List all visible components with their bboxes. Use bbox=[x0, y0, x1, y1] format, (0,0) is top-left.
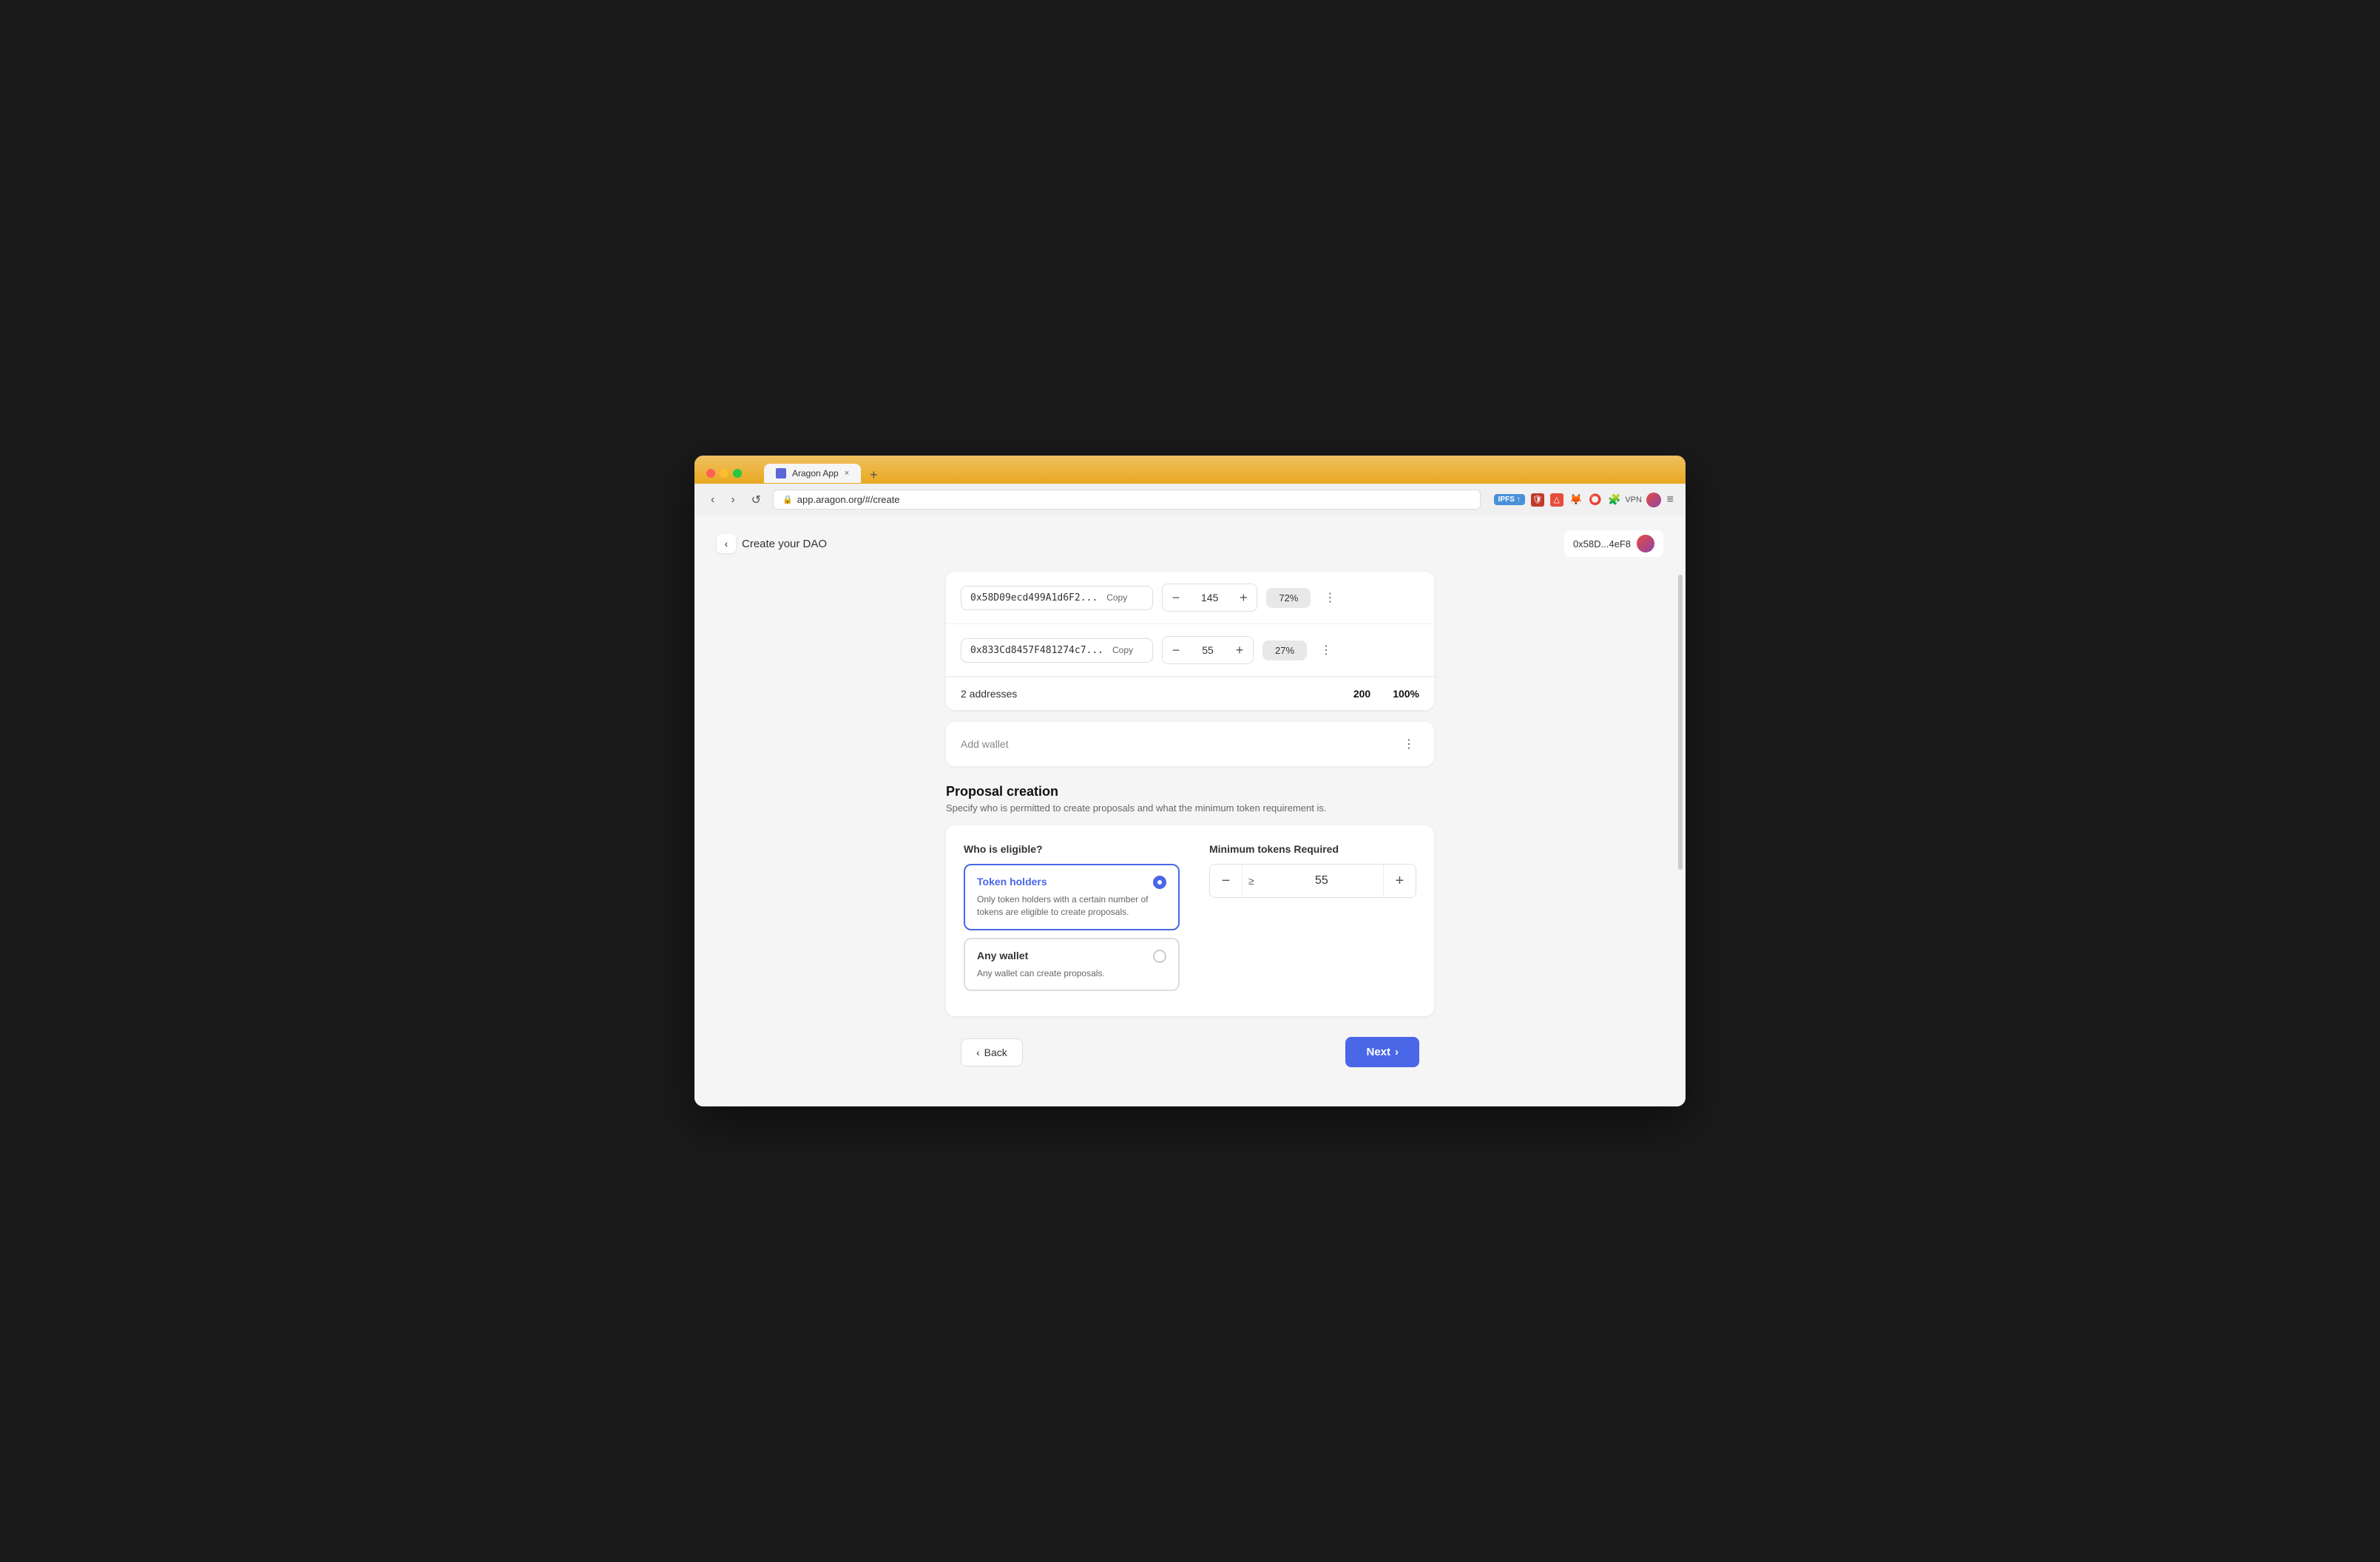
any-wallet-desc: Any wallet can create proposals. bbox=[977, 967, 1166, 980]
add-wallet-label: Add wallet bbox=[961, 738, 1009, 750]
address-text-2: 0x833Cd8457F481274c7... bbox=[970, 645, 1103, 656]
proposal-creation-desc: Specify who is permitted to create propo… bbox=[946, 802, 1434, 814]
maximize-window-button[interactable] bbox=[733, 469, 742, 478]
browser-tab[interactable]: Aragon App × bbox=[764, 464, 861, 483]
lock-icon: 🔒 bbox=[782, 495, 793, 504]
minimize-window-button[interactable] bbox=[720, 469, 728, 478]
min-tokens-column-title: Minimum tokens Required bbox=[1209, 843, 1416, 855]
address-row: 0x58D09ecd499A1d6F2... Copy − 145 + 72% … bbox=[946, 572, 1434, 624]
eligibility-column: Who is eligible? Token holders Only toke… bbox=[964, 843, 1180, 998]
browser-extensions: IPFS ↑ 🛡 △ 🦊 ⭕ 🧩 VPN ≡ bbox=[1494, 493, 1674, 507]
forward-button[interactable]: › bbox=[726, 492, 739, 508]
next-chevron: › bbox=[1395, 1046, 1399, 1058]
total-percent: 100% bbox=[1393, 688, 1419, 700]
min-tokens-stepper: − ≥ 55 + bbox=[1209, 864, 1416, 898]
percent-badge-1: 72% bbox=[1266, 588, 1311, 608]
url-text: app.aragon.org/#/create bbox=[797, 494, 900, 505]
main-content: 0x58D09ecd499A1d6F2... Copy − 145 + 72% … bbox=[931, 572, 1449, 1082]
next-button[interactable]: Next › bbox=[1345, 1037, 1419, 1067]
menu-button[interactable]: ≡ bbox=[1667, 493, 1674, 507]
summary-values: 200 100% bbox=[1353, 688, 1419, 700]
address-input-1: 0x58D09ecd499A1d6F2... Copy bbox=[961, 586, 1153, 610]
puzzle-extension-icon[interactable]: 🧩 bbox=[1608, 493, 1621, 507]
token-holders-option[interactable]: Token holders Only token holders with a … bbox=[964, 864, 1180, 930]
avatar-icon bbox=[1646, 493, 1661, 507]
back-nav-label: Back bbox=[984, 1047, 1007, 1058]
any-wallet-title: Any wallet bbox=[977, 950, 1028, 961]
tab-close-button[interactable]: × bbox=[845, 469, 849, 478]
total-amount: 200 bbox=[1353, 688, 1370, 700]
token-holders-desc: Only token holders with a certain number… bbox=[977, 893, 1166, 919]
token-holders-radio bbox=[1153, 876, 1166, 889]
proposal-creation-title: Proposal creation bbox=[946, 784, 1434, 799]
tab-bar: Aragon App × + bbox=[764, 464, 884, 483]
tab-favicon bbox=[776, 468, 786, 479]
token-holders-title: Token holders bbox=[977, 876, 1047, 888]
wallet-avatar bbox=[1637, 535, 1654, 552]
min-tokens-column: Minimum tokens Required − ≥ 55 + bbox=[1209, 843, 1416, 998]
create-dao-title: Create your DAO bbox=[742, 538, 827, 550]
add-wallet-more-button[interactable]: ⋮ bbox=[1399, 734, 1419, 754]
next-label: Next bbox=[1366, 1046, 1390, 1058]
min-tokens-decrement[interactable]: − bbox=[1210, 865, 1243, 897]
token-holders-header: Token holders bbox=[977, 876, 1166, 889]
address-row: 0x833Cd8457F481274c7... Copy − 55 + 27% … bbox=[946, 624, 1434, 677]
app-content: ‹ Create your DAO 0x58D...4eF8 0x58D09ec… bbox=[694, 515, 1686, 1106]
min-tokens-increment[interactable]: + bbox=[1383, 865, 1416, 897]
any-wallet-header: Any wallet bbox=[977, 950, 1166, 963]
stepper-1: − 145 + bbox=[1162, 584, 1257, 612]
min-tokens-value: 55 bbox=[1260, 874, 1383, 888]
circle-extension-icon[interactable]: ⭕ bbox=[1589, 493, 1602, 507]
add-wallet-card[interactable]: Add wallet ⋮ bbox=[946, 722, 1434, 766]
summary-row: 2 addresses 200 100% bbox=[946, 677, 1434, 710]
back-chevron-icon: ‹ bbox=[717, 534, 736, 553]
address-bar[interactable]: 🔒 app.aragon.org/#/create bbox=[773, 490, 1481, 510]
stepper-increment-2[interactable]: + bbox=[1226, 637, 1253, 663]
traffic-lights bbox=[706, 469, 742, 478]
back-nav-button[interactable]: ‹ Back bbox=[961, 1038, 1023, 1066]
back-nav-chevron: ‹ bbox=[976, 1047, 980, 1058]
addresses-count: 2 addresses bbox=[961, 688, 1017, 700]
percent-badge-2: 27% bbox=[1262, 640, 1307, 660]
close-window-button[interactable] bbox=[706, 469, 715, 478]
proposal-creation-section: Proposal creation Specify who is permitt… bbox=[946, 778, 1434, 1022]
gte-symbol: ≥ bbox=[1243, 875, 1260, 887]
refresh-button[interactable]: ↺ bbox=[747, 491, 765, 509]
aragon-extension-icon[interactable]: △ bbox=[1550, 493, 1563, 507]
app-header: ‹ Create your DAO 0x58D...4eF8 bbox=[694, 515, 1686, 572]
stepper-value-1: 145 bbox=[1189, 592, 1230, 604]
wallet-badge[interactable]: 0x58D...4eF8 bbox=[1564, 530, 1663, 557]
stepper-value-2: 55 bbox=[1189, 644, 1226, 656]
stepper-2: − 55 + bbox=[1162, 636, 1254, 664]
more-options-button-1[interactable]: ⋮ bbox=[1319, 587, 1340, 608]
address-text-1: 0x58D09ecd499A1d6F2... bbox=[970, 592, 1098, 604]
stepper-decrement-1[interactable]: − bbox=[1163, 584, 1189, 611]
wallet-address: 0x58D...4eF8 bbox=[1573, 538, 1631, 550]
stepper-increment-1[interactable]: + bbox=[1230, 584, 1257, 611]
create-dao-back-button[interactable]: ‹ Create your DAO bbox=[717, 534, 827, 553]
address-input-2: 0x833Cd8457F481274c7... Copy bbox=[961, 638, 1153, 663]
bottom-nav: ‹ Back Next › bbox=[946, 1022, 1434, 1082]
copy-button-1[interactable]: Copy bbox=[1103, 592, 1130, 603]
vpn-label[interactable]: VPN bbox=[1627, 493, 1640, 507]
shield-extension-icon[interactable]: 🛡 bbox=[1531, 493, 1544, 507]
any-wallet-option[interactable]: Any wallet Any wallet can create proposa… bbox=[964, 938, 1180, 992]
any-wallet-radio bbox=[1153, 950, 1166, 963]
ipfs-extension-badge[interactable]: IPFS ↑ bbox=[1494, 494, 1525, 505]
copy-button-2[interactable]: Copy bbox=[1109, 645, 1136, 655]
stepper-decrement-2[interactable]: − bbox=[1163, 637, 1189, 663]
add-wallet-row: Add wallet ⋮ bbox=[946, 722, 1434, 766]
eligibility-column-title: Who is eligible? bbox=[964, 843, 1180, 855]
proposal-card: Who is eligible? Token holders Only toke… bbox=[946, 825, 1434, 1016]
browser-toolbar: ‹ › ↺ 🔒 app.aragon.org/#/create IPFS ↑ 🛡… bbox=[694, 484, 1686, 515]
back-button[interactable]: ‹ bbox=[706, 492, 719, 508]
addresses-card: 0x58D09ecd499A1d6F2... Copy − 145 + 72% … bbox=[946, 572, 1434, 710]
fox-extension-icon[interactable]: 🦊 bbox=[1569, 493, 1583, 507]
scrollbar[interactable] bbox=[1678, 575, 1683, 870]
more-options-button-2[interactable]: ⋮ bbox=[1316, 640, 1336, 660]
new-tab-button[interactable]: + bbox=[864, 467, 884, 483]
tab-title: Aragon App bbox=[792, 468, 839, 479]
